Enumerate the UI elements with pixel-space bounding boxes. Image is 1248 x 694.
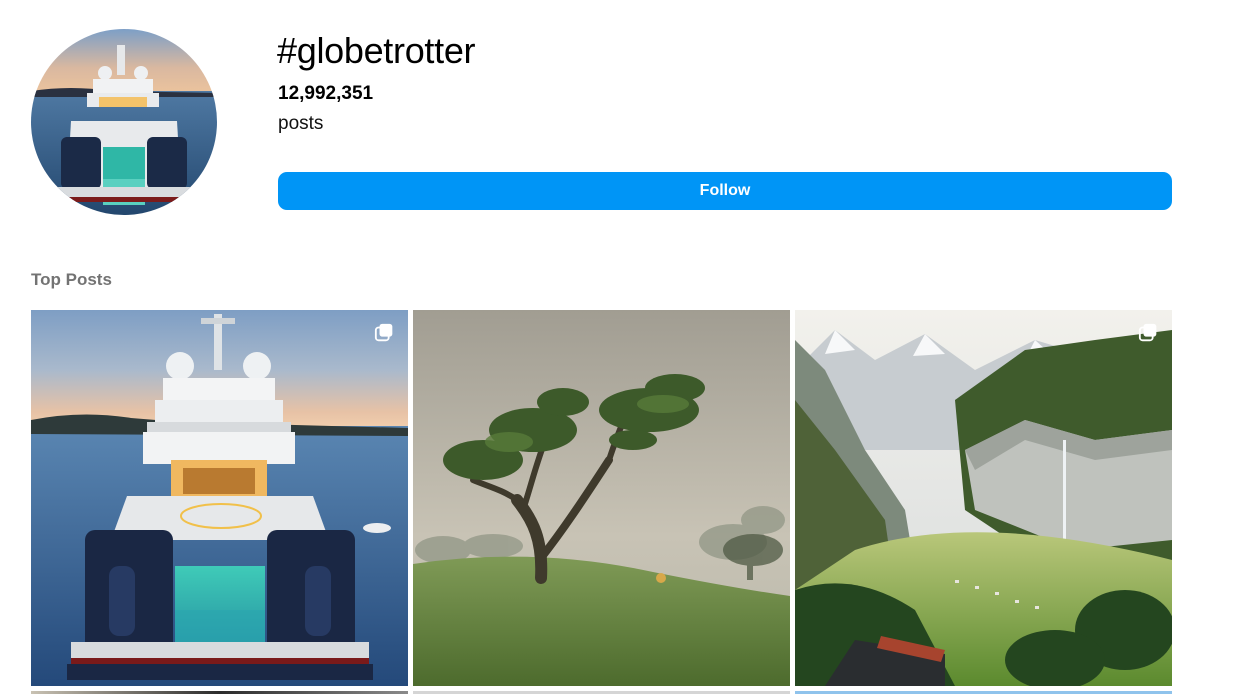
post-image	[31, 310, 408, 686]
top-posts-heading: Top Posts	[31, 270, 112, 289]
post-tile-valley[interactable]	[795, 310, 1172, 686]
carousel-icon	[374, 323, 393, 342]
post-count: 12,992,351	[278, 83, 374, 104]
post-image	[413, 310, 790, 686]
post-tile-yacht[interactable]	[31, 310, 408, 686]
follow-button[interactable]: Follow	[278, 172, 1172, 210]
post-tile-tree[interactable]	[413, 310, 790, 686]
post-image	[795, 310, 1172, 686]
hashtag-title: #globetrotter	[277, 30, 476, 71]
post-count-label: posts	[278, 113, 324, 134]
top-posts-grid	[31, 310, 1172, 694]
hashtag-page: #globetrotter 12,992,351 posts Follow To…	[0, 0, 1248, 694]
hashtag-avatar	[31, 29, 217, 215]
carousel-icon	[1138, 323, 1157, 342]
